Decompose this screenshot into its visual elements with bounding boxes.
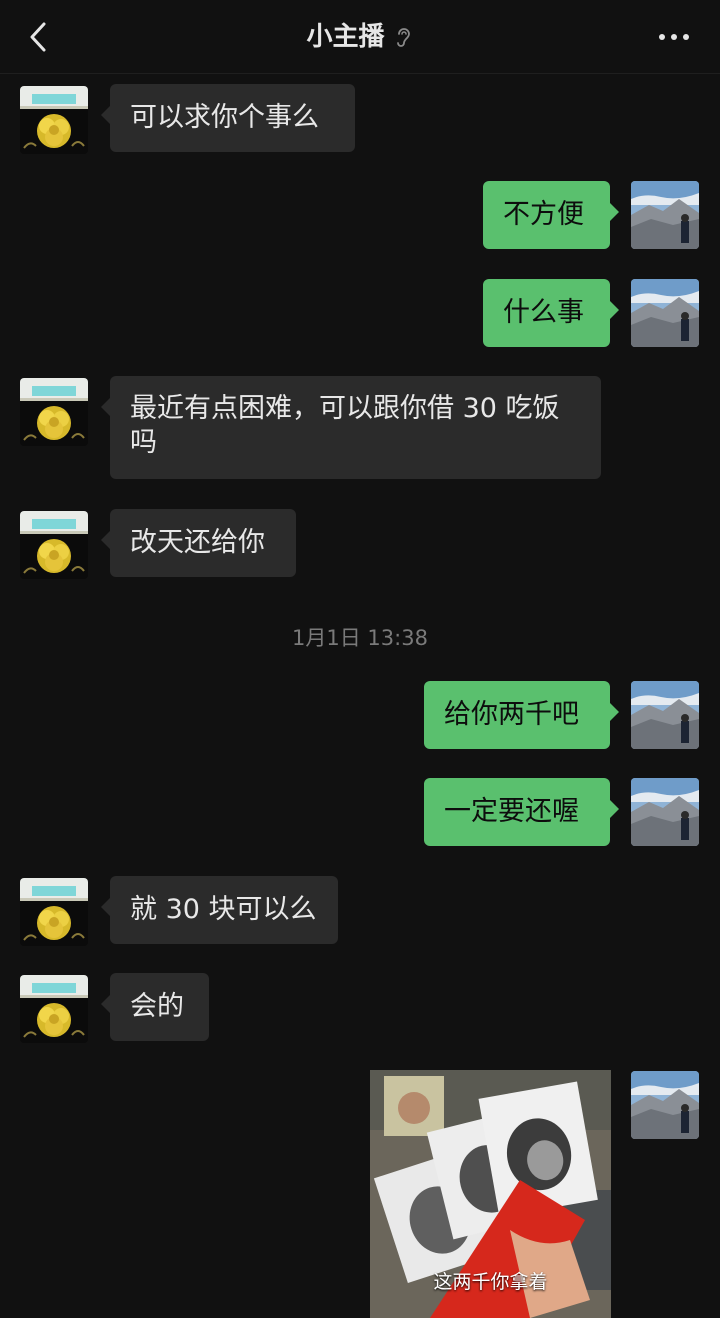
mountain-avatar-image (631, 279, 699, 347)
chat-timestamp: 1月1日 13:38 (292, 626, 428, 650)
contact-avatar[interactable] (20, 378, 88, 446)
self-avatar[interactable] (631, 181, 699, 249)
flower-avatar-image (20, 86, 88, 154)
flower-avatar-image (20, 378, 88, 446)
flower-avatar-image (20, 878, 88, 946)
self-avatar[interactable] (631, 681, 699, 749)
message-bubble-incoming[interactable]: 会的 (101, 973, 209, 1041)
message-text: 就 30 块可以么 (130, 894, 317, 925)
message-text: 一定要还喔 (444, 796, 579, 827)
mute-ear-icon (396, 28, 410, 47)
message-bubble-outgoing[interactable]: 不方便 (483, 181, 619, 249)
flower-avatar-image (20, 975, 88, 1043)
message-bubble-outgoing[interactable]: 什么事 (483, 279, 619, 347)
chat-title-wrap: 小主播 (0, 18, 720, 56)
contact-avatar[interactable] (20, 511, 88, 579)
message-bubble-outgoing[interactable]: 给你两千吧 (424, 681, 619, 749)
message-text: 什么事 (503, 297, 584, 328)
chat-title: 小主播 (306, 22, 385, 52)
message-text: 改天还给你 (130, 527, 265, 558)
self-avatar[interactable] (631, 279, 699, 347)
message-text: 会的 (130, 991, 184, 1022)
message-bubble-incoming[interactable]: 改天还给你 (101, 509, 296, 577)
image-message[interactable]: 这两千你拿着 (370, 1070, 611, 1318)
more-button[interactable] (656, 22, 692, 52)
message-bubble-incoming[interactable]: 最近有点困难，可以跟你借 30 吃饭吗 (101, 376, 601, 479)
chat-header: 小主播 (0, 0, 720, 74)
message-text: 不方便 (503, 199, 584, 230)
photo-caption: 这两千你拿着 (433, 1271, 548, 1293)
ellipsis-icon (659, 34, 689, 40)
self-avatar[interactable] (631, 1071, 699, 1139)
self-avatar[interactable] (631, 778, 699, 846)
contact-avatar[interactable] (20, 975, 88, 1043)
message-bubble-outgoing[interactable]: 一定要还喔 (424, 778, 619, 846)
message-text: 给你两千吧 (444, 699, 579, 730)
mountain-avatar-image (631, 778, 699, 846)
message-bubble-incoming[interactable]: 可以求你个事么 (101, 84, 355, 152)
message-text: 可以求你个事么 (130, 102, 319, 133)
contact-avatar[interactable] (20, 86, 88, 154)
message-bubble-incoming[interactable]: 就 30 块可以么 (101, 876, 338, 944)
contact-avatar[interactable] (20, 878, 88, 946)
mountain-avatar-image (631, 181, 699, 249)
message-text: 最近有点困难，可以跟你借 30 吃饭吗 (130, 393, 560, 458)
mountain-avatar-image (631, 681, 699, 749)
flower-avatar-image (20, 511, 88, 579)
mountain-avatar-image (631, 1071, 699, 1139)
